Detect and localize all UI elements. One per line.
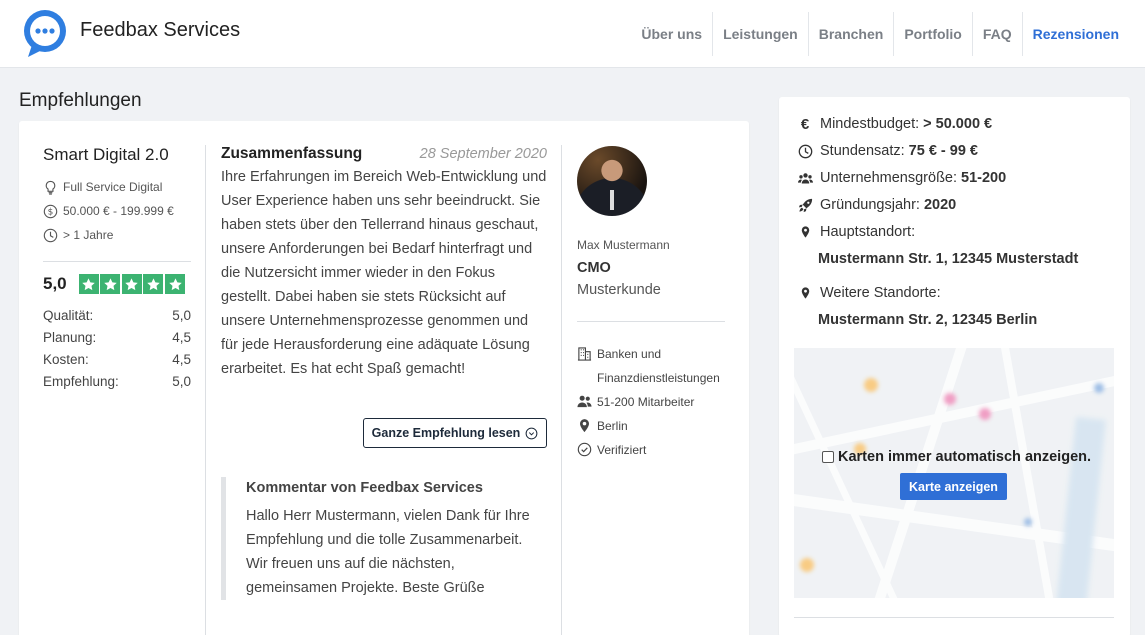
column-divider xyxy=(205,145,206,635)
duration-label: > 1 Jahre xyxy=(63,228,114,242)
reviewer-location: Berlin xyxy=(577,414,725,438)
brand-name[interactable]: Feedbax Services xyxy=(80,19,240,42)
dollar-coin-icon: $ xyxy=(43,204,58,218)
lightbulb-icon xyxy=(45,180,56,195)
divider xyxy=(43,261,191,262)
review-date: 28 September 2020 xyxy=(419,146,547,162)
read-full-review-button[interactable]: Ganze Empfehlung lesen xyxy=(363,418,547,448)
nav-item-portfolio[interactable]: Portfolio xyxy=(893,12,972,56)
section-title: Empfehlungen xyxy=(19,90,142,111)
main-nav: Über uns Leistungen Branchen Portfolio F… xyxy=(631,12,1129,56)
service-row: Full Service Digital xyxy=(43,175,191,199)
review-text: Ihre Erfahrungen im Bereich Web-Entwickl… xyxy=(221,169,547,377)
comment-title: Kommentar von Feedbax Services xyxy=(246,480,483,496)
rocket-icon xyxy=(797,197,813,213)
site-header: Feedbax Services Über uns Leistungen Bra… xyxy=(0,0,1145,68)
budget-label: 50.000 € - 199.999 € xyxy=(63,204,174,218)
checkbox[interactable] xyxy=(822,451,834,463)
chevron-down-circle-icon xyxy=(525,427,538,439)
star-icon xyxy=(100,274,121,294)
budget-row: $ 50.000 € - 199.999 € xyxy=(43,199,191,223)
nav-item-faq[interactable]: FAQ xyxy=(971,12,1022,56)
column-divider xyxy=(561,145,562,635)
star-icon xyxy=(165,274,186,294)
comment-text: Hallo Herr Mustermann, vielen Dank für I… xyxy=(246,508,530,596)
building-icon xyxy=(577,347,592,361)
map-pin-icon xyxy=(797,285,813,301)
svg-text:$: $ xyxy=(48,207,54,217)
show-map-button[interactable]: Karte anzeigen xyxy=(900,473,1007,500)
score-planning: Planung: 4,5 xyxy=(43,329,191,345)
reviewer-employees: 51-200 Mitarbeiter xyxy=(577,390,725,414)
hq-address: Mustermann Str. 1, 12345 Musterstadt xyxy=(818,251,1079,267)
map-placeholder[interactable]: Karten immer automatisch anzeigen. Karte… xyxy=(794,348,1114,598)
divider xyxy=(794,617,1114,618)
reviewer-role: CMO xyxy=(577,260,611,276)
clock-icon xyxy=(797,143,813,159)
nav-item-branchen[interactable]: Branchen xyxy=(807,12,894,56)
min-budget-row: € Mindestbudget: > 50.000 € xyxy=(797,115,992,133)
reviewer-name: Max Mustermann xyxy=(577,238,670,252)
other-address: Mustermann Str. 2, 12345 Berlin xyxy=(818,312,1038,328)
users-icon xyxy=(797,170,813,186)
reviewer-column: Max Mustermann CMO Musterkunde Banken un… xyxy=(577,146,725,462)
divider xyxy=(577,321,725,322)
review-summary-column: Smart Digital 2.0 Full Service Digital $… xyxy=(43,145,191,392)
reviewer-verified: Verifiziert xyxy=(577,438,725,462)
auto-show-maps-checkbox[interactable]: Karten immer automatisch anzeigen. xyxy=(822,449,1091,465)
star-rating xyxy=(78,274,187,294)
service-label: Full Service Digital xyxy=(63,180,163,194)
score-costs: Kosten: 4,5 xyxy=(43,351,191,367)
star-icon xyxy=(78,274,99,294)
nav-item-ueber-uns[interactable]: Über uns xyxy=(631,12,712,56)
hourly-rate-row: Stundensatz: 75 € - 99 € xyxy=(797,143,978,159)
star-icon xyxy=(121,274,142,294)
star-icon xyxy=(143,274,164,294)
map-pin-icon xyxy=(797,224,813,240)
other-locations-row: Weitere Standorte: xyxy=(797,285,941,301)
score-quality: Qualität: 5,0 xyxy=(43,307,191,323)
agency-facts-sidebar: € Mindestbudget: > 50.000 € Stundensatz: 7… xyxy=(779,97,1130,635)
overall-rating: 5,0 xyxy=(43,274,191,294)
users-icon xyxy=(577,395,592,408)
review-body-column: Zusammenfassung 28 September 2020 Ihre E… xyxy=(221,145,547,600)
duration-row: > 1 Jahre xyxy=(43,223,191,247)
hq-row: Hauptstandort: xyxy=(797,224,915,240)
founded-row: Gründungsjahr: 2020 xyxy=(797,197,956,213)
score-recommendation: Empfehlung: 5,0 xyxy=(43,373,191,389)
nav-item-rezensionen[interactable]: Rezensionen xyxy=(1021,12,1129,56)
review-card: Smart Digital 2.0 Full Service Digital $… xyxy=(19,121,749,635)
provider-comment: Kommentar von Feedbax Services Hallo Her… xyxy=(221,477,547,600)
nav-item-leistungen[interactable]: Leistungen xyxy=(712,12,808,56)
avatar xyxy=(577,146,647,216)
chat-bubble-logo-icon[interactable] xyxy=(22,9,68,59)
map-pin-icon xyxy=(580,419,589,433)
check-circle-icon xyxy=(577,442,592,457)
company-size-row: Unternehmensgröße: 51-200 xyxy=(797,170,1006,186)
reviewer-industry: Banken und Finanzdienstleistungen xyxy=(577,342,725,390)
summary-title: Zusammenfassung xyxy=(221,145,363,162)
clock-icon xyxy=(43,228,58,242)
euro-icon: € xyxy=(800,115,810,133)
rating-value: 5,0 xyxy=(43,274,67,293)
reviewer-company: Musterkunde xyxy=(577,282,661,298)
reviewed-project-name: Smart Digital 2.0 xyxy=(43,145,169,164)
